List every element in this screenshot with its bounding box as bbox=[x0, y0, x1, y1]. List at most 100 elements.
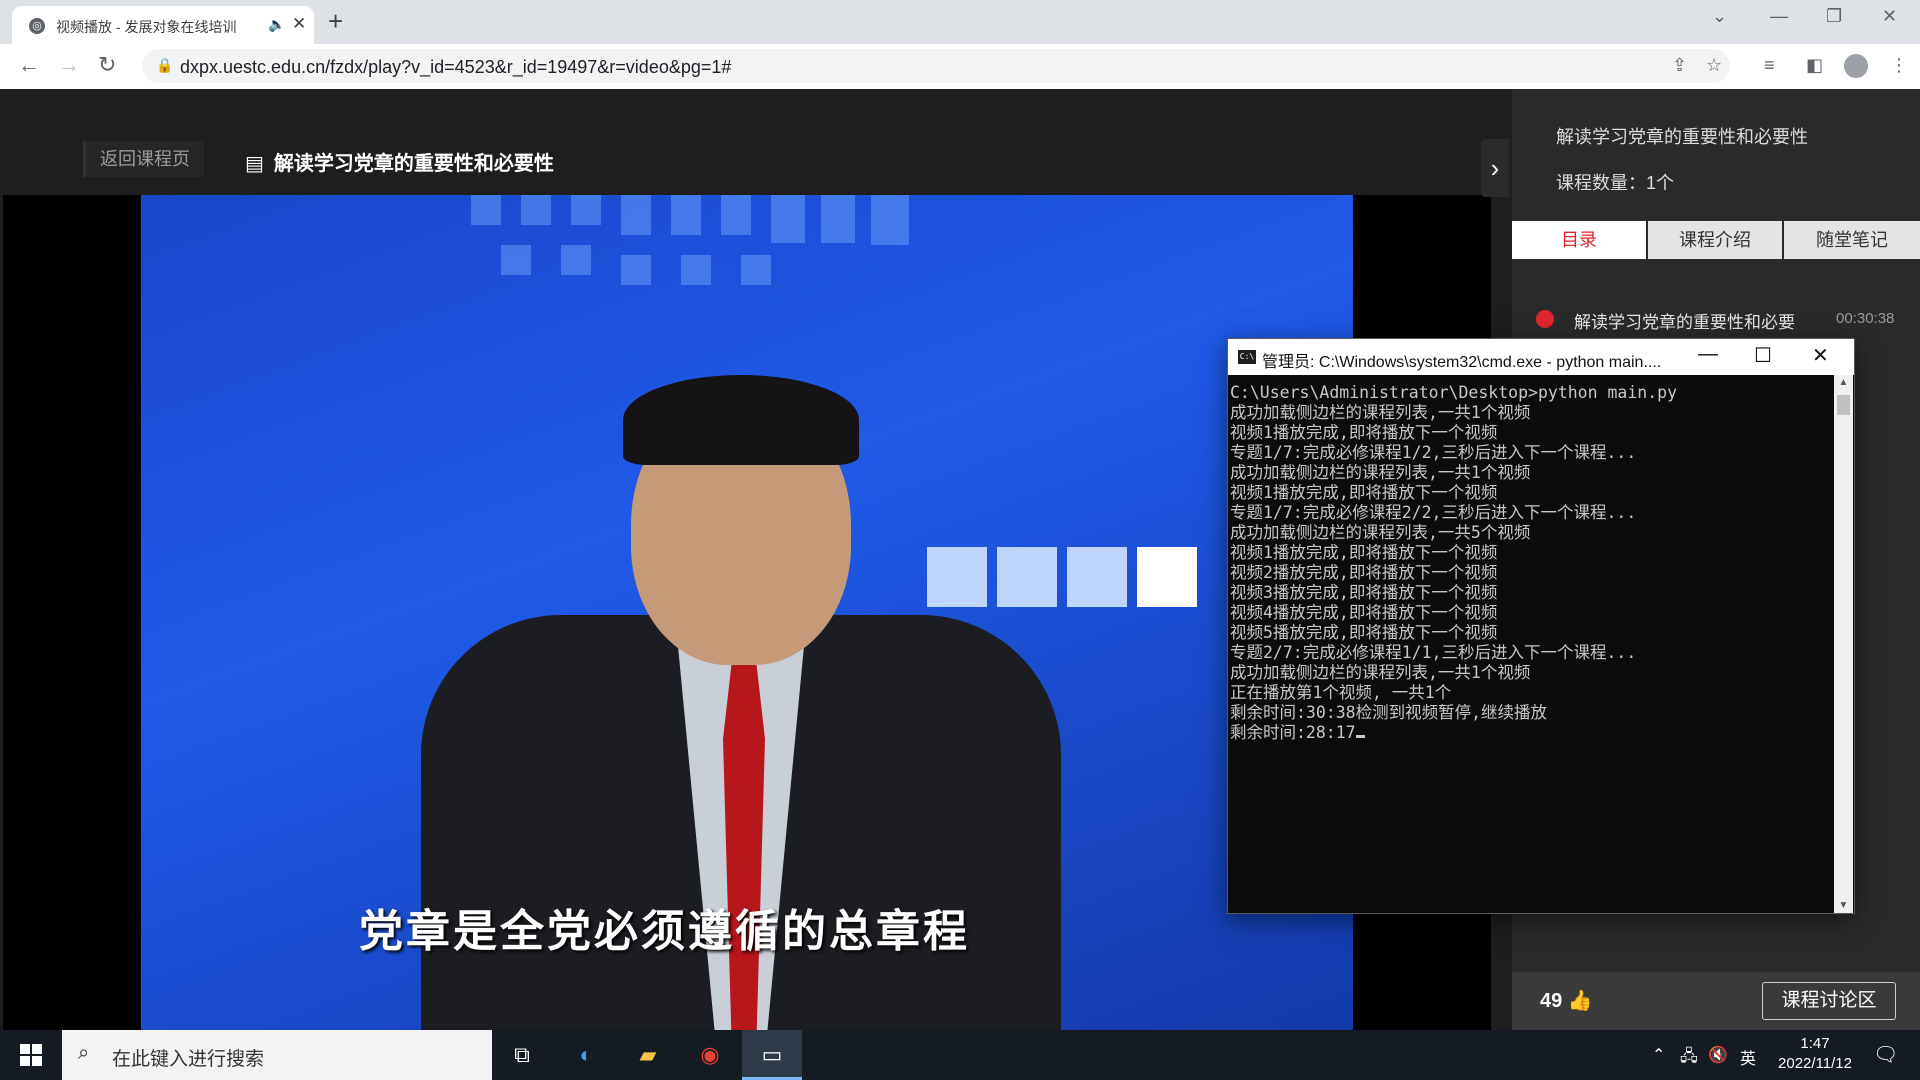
forward-arrow-icon[interactable]: → bbox=[58, 52, 80, 78]
cmd-scrollbar[interactable]: ▲ ▼ bbox=[1834, 375, 1853, 913]
side-panel-icon[interactable]: ◧ bbox=[1806, 55, 1823, 76]
tab-course-intro[interactable]: 课程介绍 bbox=[1648, 221, 1782, 259]
console-line: 视频1播放完成,即将播放下一个视频 bbox=[1230, 543, 1498, 562]
backdrop-square bbox=[1067, 547, 1127, 607]
console-line: 视频1播放完成,即将播放下一个视频 bbox=[1230, 423, 1498, 442]
like-count: 49 bbox=[1540, 990, 1563, 1012]
browser-tab[interactable]: ◎ 视频播放 - 发展对象在线培训 🔈 ✕ bbox=[12, 6, 314, 44]
console-line-last: 剩余时间:28:17 bbox=[1228, 723, 1832, 743]
backdrop-square bbox=[1137, 547, 1197, 607]
cmd-titlebar[interactable]: C:\ 管理员: C:\Windows\system32\cmd.exe - p… bbox=[1228, 339, 1854, 375]
console-line: 视频3播放完成,即将播放下一个视频 bbox=[1230, 583, 1498, 602]
network-icon[interactable]: 🖧 bbox=[1680, 1045, 1698, 1072]
sidebar-title: 解读学习党章的重要性和必要性 bbox=[1556, 127, 1808, 147]
tab-notes[interactable]: 随堂笔记 bbox=[1784, 221, 1920, 259]
presenter-hair bbox=[623, 375, 859, 465]
like-button[interactable]: 49 👍 bbox=[1540, 988, 1593, 1013]
console-line: 成功加载侧边栏的课程列表,一共1个视频 bbox=[1230, 663, 1531, 682]
minimize-button[interactable]: — bbox=[1698, 343, 1718, 366]
backdrop-square bbox=[681, 255, 711, 285]
new-tab-button[interactable]: + bbox=[328, 6, 343, 37]
task-view-icon[interactable]: ⧉ bbox=[492, 1030, 552, 1080]
back-to-course-button[interactable]: 返回课程页 bbox=[83, 141, 204, 177]
chevron-right-icon[interactable]: › bbox=[1481, 139, 1509, 197]
back-arrow-icon[interactable]: ← bbox=[18, 52, 40, 78]
url-text[interactable]: dxpx.uestc.edu.cn/fzdx/play?v_id=4523&r_… bbox=[180, 57, 731, 78]
file-explorer-icon[interactable]: ▰ bbox=[618, 1030, 678, 1080]
more-menu-icon[interactable]: ⋮ bbox=[1890, 55, 1908, 76]
console-line: 成功加载侧边栏的课程列表,一共1个视频 bbox=[1230, 403, 1531, 422]
backdrop-square bbox=[997, 547, 1057, 607]
profile-avatar[interactable] bbox=[1844, 54, 1868, 78]
bookmark-star-icon[interactable]: ☆ bbox=[1706, 55, 1722, 76]
playing-dot-icon bbox=[1536, 310, 1554, 328]
course-title-text: 解读学习党章的重要性和必要性 bbox=[273, 153, 554, 175]
console-line: 专题1/7:完成必修课程1/2,三秒后进入下一个课程... bbox=[1230, 443, 1637, 462]
chevron-down-icon[interactable]: ⌄ bbox=[1712, 6, 1727, 27]
console-line-text: 剩余时间:28:17 bbox=[1230, 723, 1356, 742]
reload-icon[interactable]: ↻ bbox=[98, 52, 116, 78]
backdrop-square bbox=[871, 195, 909, 245]
backdrop-square bbox=[501, 245, 531, 275]
backdrop-square bbox=[471, 195, 501, 225]
lesson-title: 解读学习党章的重要性和必要 bbox=[1574, 313, 1795, 332]
clock-time: 1:47 bbox=[1800, 1035, 1830, 1052]
search-placeholder: 在此键入进行搜索 bbox=[112, 1049, 265, 1070]
taskbar-search[interactable]: ⌕ 在此键入进行搜索 bbox=[62, 1030, 492, 1080]
backdrop-square bbox=[927, 547, 987, 607]
console-line: 专题1/7:完成必修课程2/2,三秒后进入下一个课程... bbox=[1230, 503, 1637, 522]
restore-button[interactable]: ❐ bbox=[1826, 6, 1842, 27]
cmd-window[interactable]: C:\ 管理员: C:\Windows\system32\cmd.exe - p… bbox=[1227, 338, 1855, 914]
backdrop-square bbox=[561, 245, 591, 275]
course-title: ▤ 解读学习党章的重要性和必要性 bbox=[245, 147, 554, 176]
chevron-up-icon[interactable]: ⌃ bbox=[1652, 1045, 1665, 1065]
notification-icon[interactable]: 🗨 bbox=[1873, 1042, 1898, 1067]
document-icon: ▤ bbox=[245, 153, 264, 175]
console-line: 视频5播放完成,即将播放下一个视频 bbox=[1230, 623, 1498, 642]
close-window-button[interactable]: ✕ bbox=[1812, 343, 1829, 368]
share-icon[interactable]: ⇪ bbox=[1672, 55, 1687, 76]
lock-icon[interactable]: 🔒 bbox=[156, 57, 173, 74]
reading-list-icon[interactable]: ≡ bbox=[1764, 55, 1775, 76]
globe-icon: ◎ bbox=[29, 18, 45, 34]
console-line: 剩余时间:30:38检测到视频暂停,继续播放 bbox=[1230, 703, 1548, 722]
console-line: C:\Users\Administrator\Desktop>python ma… bbox=[1230, 383, 1678, 402]
speaker-icon[interactable]: 🔈 bbox=[268, 16, 285, 33]
cmd-taskbar-icon[interactable]: ▭ bbox=[742, 1030, 802, 1080]
console-line: 成功加载侧边栏的课程列表,一共1个视频 bbox=[1230, 463, 1531, 482]
sidebar-footer: 49 👍 课程讨论区 bbox=[1512, 972, 1920, 1030]
ime-indicator[interactable]: 英 bbox=[1740, 1045, 1756, 1069]
course-header: 返回课程页 ▤ 解读学习党章的重要性和必要性 bbox=[3, 89, 1491, 195]
video-subtitle: 党章是全党必须遵循的总章程 bbox=[359, 907, 970, 956]
volume-muted-icon[interactable]: 🔇 bbox=[1708, 1045, 1728, 1065]
video-player[interactable]: 党章是全党必须遵循的总章程 bbox=[141, 195, 1353, 1030]
console-line: 视频1播放完成,即将播放下一个视频 bbox=[1230, 483, 1498, 502]
close-tab-icon[interactable]: ✕ bbox=[292, 14, 306, 34]
scroll-down-icon[interactable]: ▼ bbox=[1834, 900, 1853, 911]
tab-catalog[interactable]: 目录 bbox=[1512, 221, 1646, 259]
backdrop-square bbox=[771, 195, 805, 243]
backdrop-square bbox=[671, 195, 701, 235]
course-count: 课程数量：1个 bbox=[1556, 173, 1675, 193]
backdrop-square bbox=[621, 255, 651, 285]
minimize-button[interactable]: — bbox=[1770, 6, 1788, 27]
discussion-button[interactable]: 课程讨论区 bbox=[1762, 982, 1896, 1020]
cmd-console[interactable]: C:\Users\Administrator\Desktop>python ma… bbox=[1228, 375, 1832, 921]
scroll-up-icon[interactable]: ▲ bbox=[1834, 377, 1853, 388]
backdrop-square bbox=[521, 195, 551, 225]
maximize-button[interactable]: ☐ bbox=[1754, 343, 1772, 368]
console-line: 视频4播放完成,即将播放下一个视频 bbox=[1230, 603, 1498, 622]
scroll-thumb[interactable] bbox=[1837, 395, 1850, 415]
address-bar[interactable]: 🔒 dxpx.uestc.edu.cn/fzdx/play?v_id=4523&… bbox=[142, 49, 1730, 83]
sidebar-item-lesson[interactable]: 解读学习党章的重要性和必要 00:30:38 bbox=[1536, 299, 1906, 339]
close-window-button[interactable]: ✕ bbox=[1882, 6, 1897, 27]
sidebar-tabs: 目录 课程介绍 随堂笔记 bbox=[1512, 221, 1920, 259]
edge-icon[interactable]: ◐ bbox=[556, 1030, 616, 1080]
windows-taskbar: ⌕ 在此键入进行搜索 ⧉ ◐ ▰ ◉ ▭ ⌃ 🖧 🔇 英 1:47 2022/1… bbox=[0, 1030, 1920, 1080]
chrome-icon[interactable]: ◉ bbox=[680, 1030, 740, 1080]
thumbs-up-icon: 👍 bbox=[1567, 990, 1593, 1012]
backdrop-square bbox=[571, 195, 601, 225]
windows-start-icon[interactable] bbox=[20, 1044, 42, 1066]
clock-date: 2022/11/12 bbox=[1778, 1055, 1852, 1072]
clock[interactable]: 1:47 2022/11/12 bbox=[1760, 1034, 1870, 1074]
